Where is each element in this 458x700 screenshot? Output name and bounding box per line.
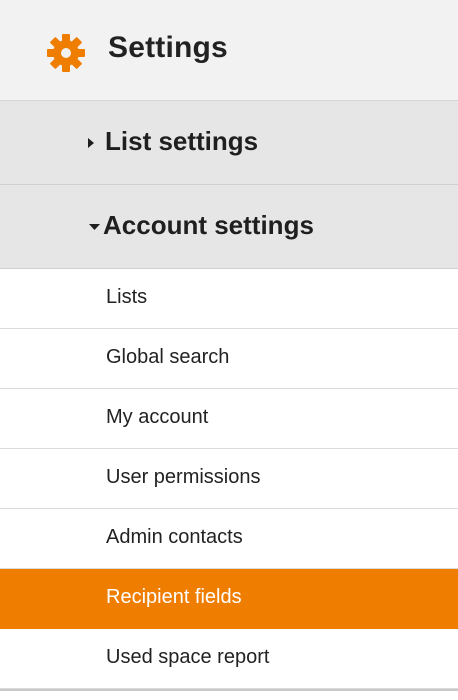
section-label: Account settings bbox=[103, 210, 314, 240]
settings-panel: Settings List settings Account settings … bbox=[0, 0, 458, 700]
panel-bottom-divider bbox=[0, 689, 458, 700]
section-list-settings[interactable]: List settings bbox=[0, 101, 458, 185]
section-account-settings[interactable]: Account settings bbox=[0, 185, 458, 269]
menu-item-my-account[interactable]: My account bbox=[0, 389, 458, 449]
gear-icon bbox=[47, 34, 85, 72]
page-title: Settings bbox=[108, 31, 228, 64]
account-settings-menu: Lists Global search My account User perm… bbox=[0, 269, 458, 689]
caret-right-icon bbox=[86, 101, 96, 185]
menu-item-lists[interactable]: Lists bbox=[0, 269, 458, 329]
menu-item-label: Recipient fields bbox=[106, 586, 242, 608]
settings-header: Settings bbox=[0, 0, 458, 101]
menu-item-label: Lists bbox=[106, 286, 148, 308]
menu-item-used-space-report[interactable]: Used space report bbox=[0, 629, 458, 689]
section-label: List settings bbox=[105, 126, 259, 156]
menu-item-admin-contacts[interactable]: Admin contacts bbox=[0, 509, 458, 569]
menu-item-label: My account bbox=[106, 406, 209, 428]
menu-item-recipient-fields[interactable]: Recipient fields bbox=[0, 569, 458, 629]
menu-item-label: Global search bbox=[106, 346, 230, 368]
menu-item-user-permissions[interactable]: User permissions bbox=[0, 449, 458, 509]
menu-item-label: Used space report bbox=[106, 646, 270, 668]
menu-item-global-search[interactable]: Global search bbox=[0, 329, 458, 389]
menu-item-label: Admin contacts bbox=[106, 526, 243, 548]
menu-item-label: User permissions bbox=[106, 466, 261, 488]
caret-down-icon bbox=[88, 185, 100, 269]
